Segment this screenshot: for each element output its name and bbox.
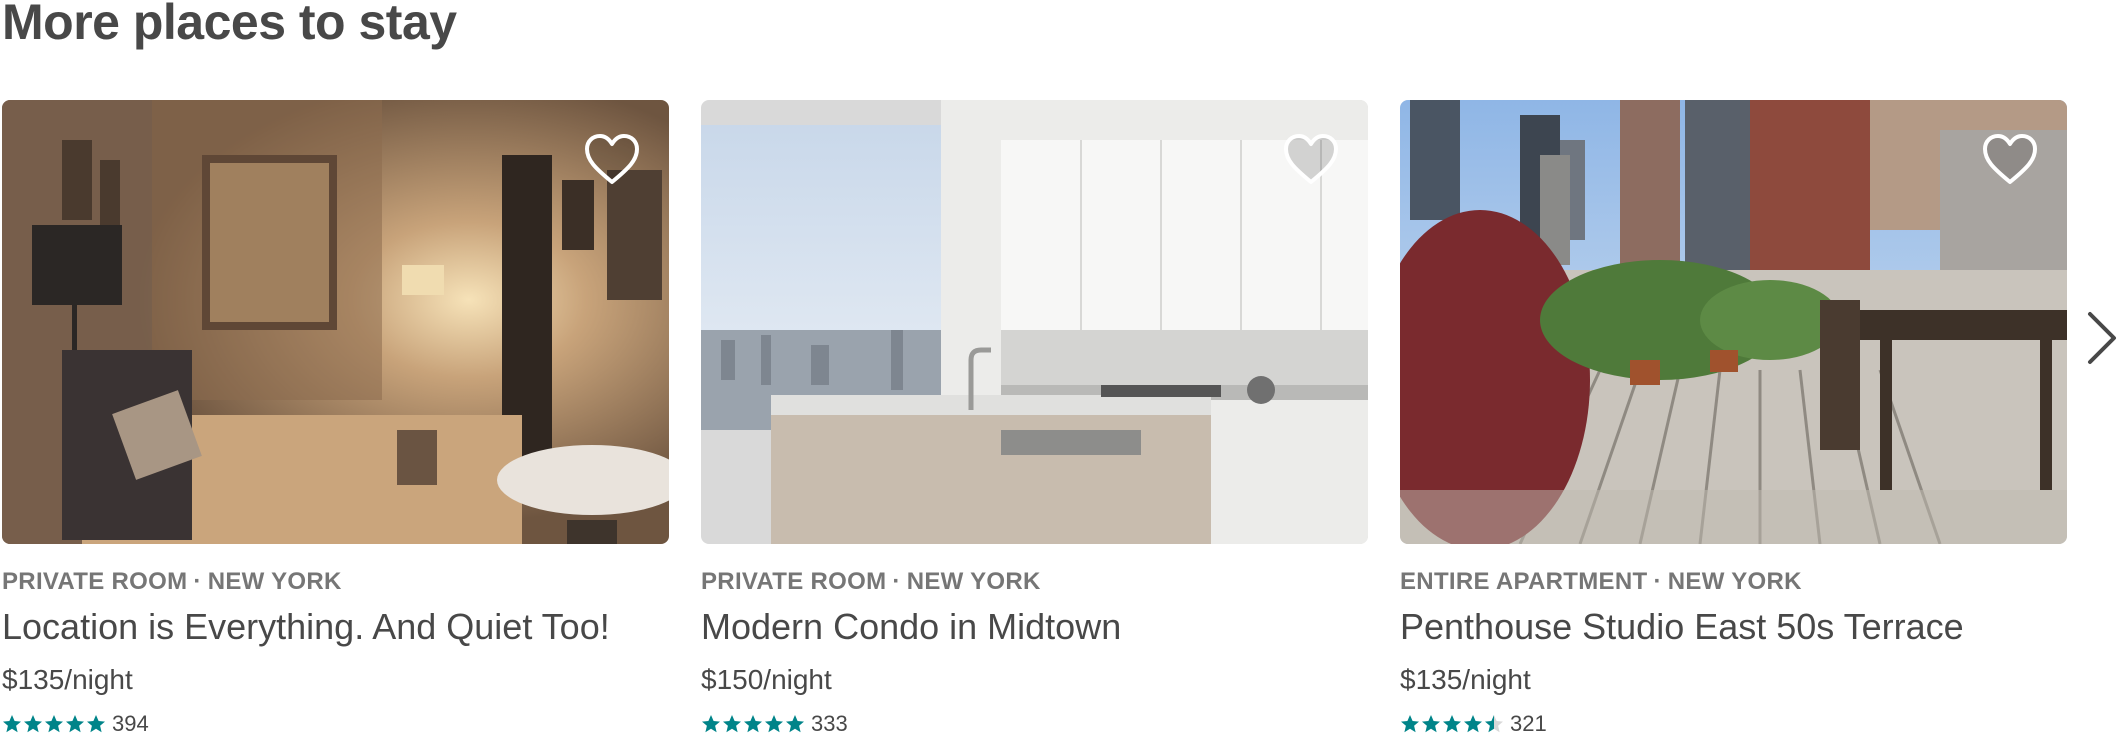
listing-type: PRIVATE ROOM (2, 568, 188, 595)
review-count: 333 (811, 711, 848, 736)
star-icon (3, 715, 21, 733)
listing-type: PRIVATE ROOM (701, 568, 887, 595)
listing-meta: PRIVATE ROOM · NEW YORK (701, 568, 1041, 596)
star-rating (2, 714, 106, 734)
star-icon (723, 715, 741, 733)
section-title: More places to stay (2, 0, 457, 50)
listing-carousel: PRIVATE ROOM · NEW YORK Location is Everyt… (0, 100, 2118, 738)
listing-photo[interactable] (701, 100, 1368, 544)
listing-city: NEW YORK (207, 568, 342, 595)
separator: · (892, 568, 901, 595)
star-icon (66, 715, 84, 733)
listing-rating: 321 (1400, 711, 1547, 737)
listing-meta: ENTIRE APARTMENT · NEW YORK (1400, 568, 1802, 596)
star-icon (24, 715, 42, 733)
star-icon (786, 715, 804, 733)
chevron-right-icon[interactable] (2086, 310, 2118, 366)
listing-type: ENTIRE APARTMENT (1400, 568, 1648, 595)
separator: · (193, 568, 202, 595)
review-count: 321 (1510, 711, 1547, 736)
listing-rating: 394 (2, 711, 149, 737)
review-count: 394 (112, 711, 149, 736)
listing-price: $135/night (2, 664, 133, 695)
star-icon (1464, 715, 1482, 733)
listing-card[interactable]: PRIVATE ROOM · NEW YORK Modern Condo in Mi… (701, 100, 1368, 738)
star-icon (1401, 715, 1419, 733)
heart-icon[interactable] (1981, 132, 2039, 186)
listing-photo[interactable] (1400, 100, 2067, 544)
star-icon (744, 715, 762, 733)
heart-icon[interactable] (1282, 132, 1340, 186)
listing-meta: PRIVATE ROOM · NEW YORK (2, 568, 342, 596)
star-icon (1443, 715, 1461, 733)
listing-city: NEW YORK (906, 568, 1041, 595)
listing-title[interactable]: Modern Condo in Midtown (701, 606, 1121, 648)
star-icon (702, 715, 720, 733)
listing-title[interactable]: Location is Everything. And Quiet Too! (2, 606, 610, 648)
listing-price: $150/night (701, 664, 832, 695)
listing-city: NEW YORK (1667, 568, 1802, 595)
star-icon (87, 715, 105, 733)
separator: · (1653, 568, 1662, 595)
star-rating (1400, 714, 1504, 734)
star-icon (1422, 715, 1440, 733)
star-icon (765, 715, 783, 733)
star-icon (45, 715, 63, 733)
heart-icon[interactable] (583, 132, 641, 186)
listing-price: $135/night (1400, 664, 1531, 695)
listing-title[interactable]: Penthouse Studio East 50s Terrace (1400, 606, 1964, 648)
listing-photo[interactable] (2, 100, 669, 544)
star-icon (1485, 715, 1503, 733)
star-rating (701, 714, 805, 734)
listing-card[interactable]: ENTIRE APARTMENT · NEW YORK Penthouse Stud… (1400, 100, 2067, 738)
listing-card[interactable]: PRIVATE ROOM · NEW YORK Location is Everyt… (2, 100, 669, 738)
listing-rating: 333 (701, 711, 848, 737)
